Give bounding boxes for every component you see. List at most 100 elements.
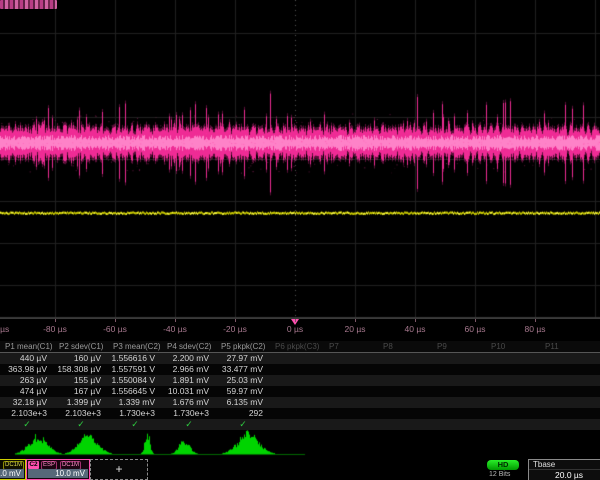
measure-value-cell: 1.556645 V [108,386,162,397]
timebase-value: 20.0 µs [529,470,600,479]
measure-value-cell [324,397,378,408]
measure-value-cell [324,408,378,419]
channel-c2-descriptor[interactable]: C2 ESP DC1M 10.0 mV [26,459,90,480]
measure-value-cell [486,386,540,397]
measure-value-cell [378,408,432,419]
c2-volts-per-div: 10.0 mV [28,469,88,478]
status-empty-cell [486,419,540,430]
status-check-icon: ✓ [162,419,216,430]
status-check-icon: ✓ [0,419,54,430]
measure-value-cell [324,386,378,397]
axis-label: 60 µs [465,324,486,334]
measure-stats-row: 474 µV167 µV1.556645 V10.031 mV59.97 mV [0,386,600,397]
axis-tick [355,319,356,322]
measure-value-cell [540,364,594,375]
measure-header-p4[interactable]: P4 sdev(C2) [162,341,216,352]
measure-value-cell: 1.730e+3 [162,408,216,419]
timebase-title: Tbase [529,460,600,470]
measure-header-p8[interactable]: P8 [378,341,432,352]
measure-value-cell [378,353,432,364]
measure-value-cell: 292 [216,408,270,419]
measure-value-cell [486,375,540,386]
measure-value-cell [486,408,540,419]
measure-value-cell [324,364,378,375]
axis-label: 0 µs [287,324,303,334]
time-axis: -100 µs-80 µs-60 µs-40 µs-20 µs0 µs20 µs… [0,318,600,342]
axis-label: 40 µs [405,324,426,334]
measure-value-cell [324,353,378,364]
status-empty-cell [432,419,486,430]
measure-value-cell [486,364,540,375]
measure-value-cell [486,353,540,364]
measure-stats-row: 363.98 µV158.308 µV1.557591 V2.966 mV33.… [0,364,600,375]
measure-value-cell: 1.730e+3 [108,408,162,419]
status-empty-cell [270,419,324,430]
status-check-icon: ✓ [108,419,162,430]
measure-header-p7[interactable]: P7 [324,341,378,352]
measure-value-cell [540,397,594,408]
hd-mode-badge[interactable]: HD [487,460,519,470]
measure-header-p3[interactable]: P3 mean(C2) [108,341,162,352]
measure-value-cell [270,353,324,364]
axis-tick [235,319,236,322]
status-empty-cell [324,419,378,430]
measure-value-cell [270,397,324,408]
measure-header-p9[interactable]: P9 [432,341,486,352]
measure-value-cell [540,386,594,397]
measure-value-cell: 1.891 mV [162,375,216,386]
measure-value-cell: 33.477 mV [216,364,270,375]
measure-value-cell [432,397,486,408]
measure-value-cell [378,375,432,386]
measure-value-cell [432,408,486,419]
measure-value-cell [432,364,486,375]
measure-histicons-canvas [0,430,600,458]
measure-value-cell: 32.18 µV [0,397,54,408]
measure-value-cell: 440 µV [0,353,54,364]
measure-value-cell: 27.97 mV [216,353,270,364]
measure-value-cell [270,364,324,375]
measure-stats-row: 2.103e+32.103e+31.730e+31.730e+3292 [0,408,600,419]
axis-tick [535,319,536,322]
measure-value-cell: 2.103e+3 [0,408,54,419]
axis-tick [295,319,296,322]
measure-header-p5[interactable]: P5 pkpk(C2) [216,341,270,352]
measure-header-p6[interactable]: P6 pkpk(C3) [270,341,324,352]
axis-label: 20 µs [345,324,366,334]
measure-value-cell: 1.339 mV [108,397,162,408]
status-check-icon: ✓ [216,419,270,430]
measure-value-cell: 1.556616 V [108,353,162,364]
measure-value-cell: 155 µV [54,375,108,386]
measure-value-cell: 1.676 mV [162,397,216,408]
measure-header-p2[interactable]: P2 sdev(C1) [54,341,108,352]
axis-tick [415,319,416,322]
axis-tick [475,319,476,322]
measure-value-cell [270,386,324,397]
measure-header-row: P1 mean(C1)P2 sdev(C1)P3 mean(C2)P4 sdev… [0,341,600,353]
status-empty-cell [540,419,594,430]
waveform-grid-canvas[interactable] [0,0,600,318]
add-trace-button[interactable]: + [90,459,148,480]
measure-value-cell [432,386,486,397]
measure-header-p1[interactable]: P1 mean(C1) [0,341,54,352]
axis-tick [55,319,56,322]
measure-stats-row: 263 µV155 µV1.550084 V1.891 mV25.03 mV [0,375,600,386]
measure-header-p10[interactable]: P10 [486,341,540,352]
measure-stats-row: 440 µV160 µV1.556616 V2.200 mV27.97 mV [0,353,600,364]
channel-c1-descriptor[interactable]: DC1M 10.0 mV [0,459,26,480]
axis-label: -20 µs [223,324,247,334]
measure-value-cell: 25.03 mV [216,375,270,386]
measure-value-cell [270,408,324,419]
measure-value-cell [378,397,432,408]
measure-header-p11[interactable]: P11 [540,341,594,352]
measure-value-cell: 263 µV [0,375,54,386]
measure-value-cell: 10.031 mV [162,386,216,397]
measure-value-cell [540,353,594,364]
measure-value-cell: 1.399 µV [54,397,108,408]
c1-volts-per-div: 10.0 mV [0,469,24,478]
cropped-menu-label [0,0,57,9]
measure-value-cell: 363.98 µV [0,364,54,375]
axis-label: 80 µs [525,324,546,334]
measure-value-cell: 6.135 mV [216,397,270,408]
measure-value-cell [540,408,594,419]
timebase-descriptor[interactable]: Tbase 20.0 µs [528,459,600,480]
